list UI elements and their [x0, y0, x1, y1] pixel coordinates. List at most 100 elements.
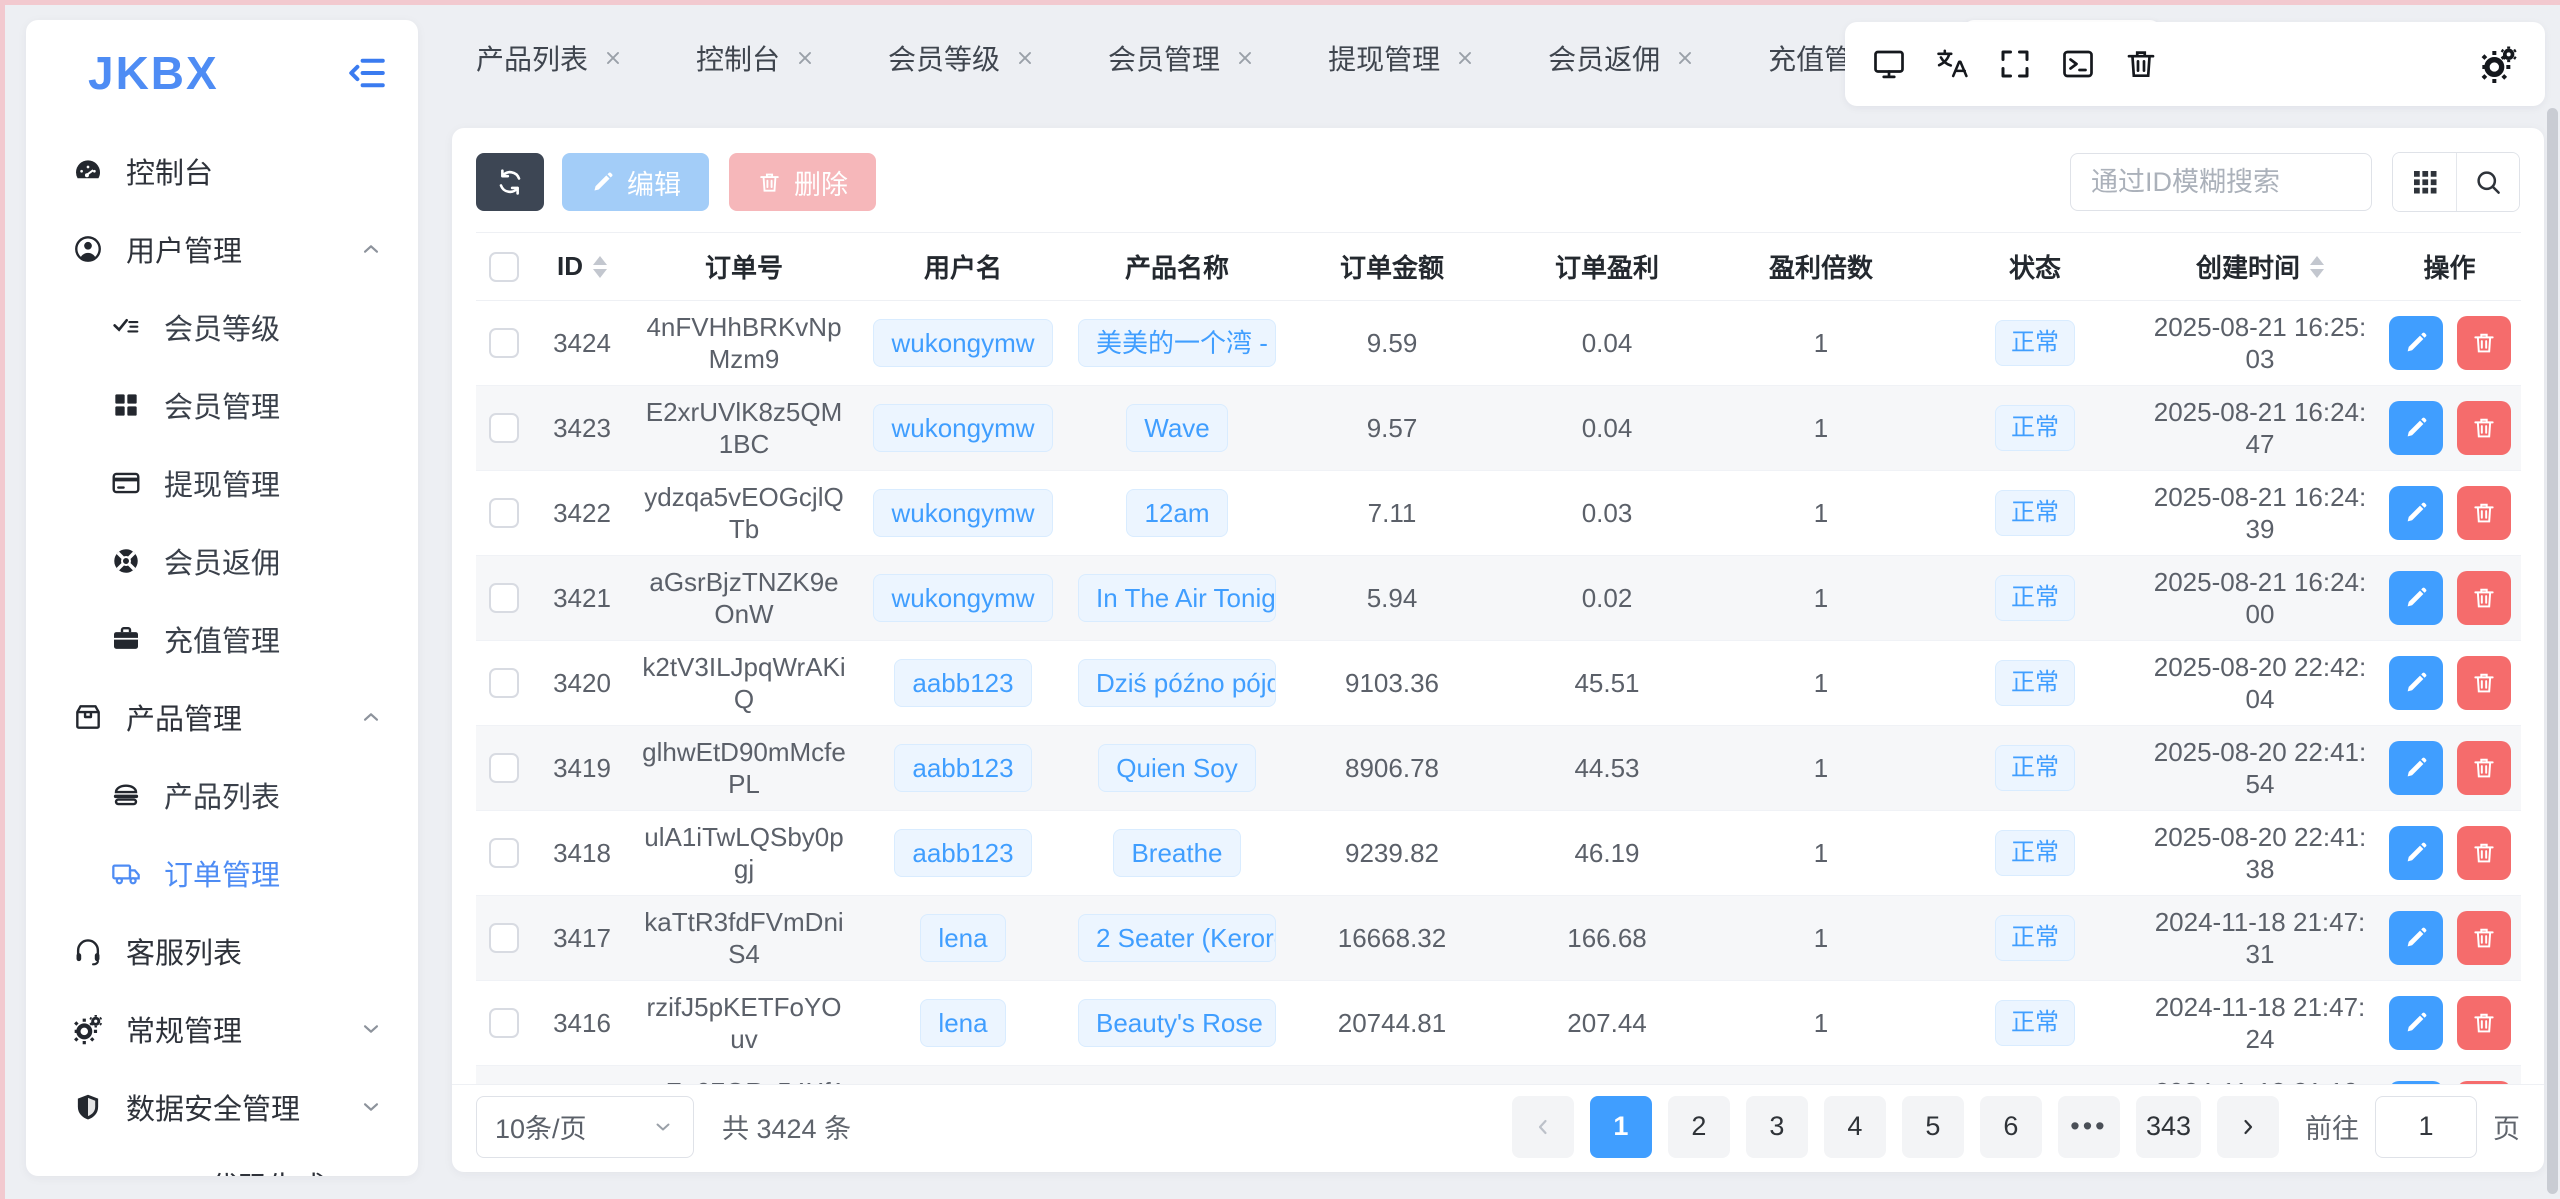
- row-checkbox[interactable]: [489, 753, 519, 783]
- product-tag[interactable]: 2 Seater (Keroro): [1078, 914, 1276, 962]
- username-tag[interactable]: wukongymw: [873, 319, 1052, 367]
- product-tag[interactable]: Beauty's Rose: [1078, 999, 1276, 1047]
- page-button-5[interactable]: 5: [1902, 1096, 1964, 1158]
- sidebar-item-member-level[interactable]: 会员等级: [26, 288, 418, 366]
- product-tag[interactable]: Dziś późno pójdę spać: [1078, 659, 1276, 707]
- refresh-button[interactable]: [476, 153, 544, 211]
- row-checkbox[interactable]: [489, 498, 519, 528]
- monitor-icon[interactable]: [1871, 46, 1907, 82]
- product-tag[interactable]: 美美的一个湾 - 独唱版: [1078, 319, 1276, 367]
- edit-row-button[interactable]: [2389, 316, 2443, 370]
- row-checkbox[interactable]: [489, 413, 519, 443]
- edit-row-button[interactable]: [2389, 826, 2443, 880]
- translate-icon[interactable]: [1934, 46, 1970, 82]
- scrollbar[interactable]: [2547, 108, 2558, 1194]
- edit-button[interactable]: 编辑: [562, 153, 709, 211]
- close-icon[interactable]: [1454, 47, 1476, 69]
- page-button-3[interactable]: 3: [1746, 1096, 1808, 1158]
- sidebar-item-general-management[interactable]: 常规管理: [26, 990, 418, 1068]
- sidebar-item-product-management[interactable]: 产品管理: [26, 678, 418, 756]
- col-created[interactable]: 创建时间: [2142, 233, 2378, 301]
- edit-row-button[interactable]: [2389, 571, 2443, 625]
- trash-icon[interactable]: [2123, 46, 2159, 82]
- page-size-select[interactable]: 10条/页: [476, 1096, 694, 1158]
- fullscreen-icon[interactable]: [1997, 46, 2033, 82]
- sidebar-item-user-management[interactable]: 用户管理: [26, 210, 418, 288]
- page-button-2[interactable]: 2: [1668, 1096, 1730, 1158]
- delete-row-button[interactable]: [2457, 911, 2511, 965]
- terminal-icon[interactable]: [2060, 46, 2096, 82]
- edit-row-button[interactable]: [2389, 911, 2443, 965]
- delete-row-button[interactable]: [2457, 316, 2511, 370]
- username-tag[interactable]: lena: [920, 999, 1005, 1047]
- sidebar-item-recharge-management[interactable]: 充值管理: [26, 600, 418, 678]
- page-ellipsis[interactable]: •••: [2058, 1096, 2120, 1158]
- row-checkbox[interactable]: [489, 583, 519, 613]
- row-checkbox[interactable]: [489, 328, 519, 358]
- edit-row-button[interactable]: [2389, 401, 2443, 455]
- product-tag[interactable]: In The Air Tonight - Ins: [1078, 574, 1276, 622]
- page-button-343[interactable]: 343: [2136, 1096, 2201, 1158]
- sidebar-item-member-management[interactable]: 会员管理: [26, 366, 418, 444]
- sidebar-item-withdraw-management[interactable]: 提现管理: [26, 444, 418, 522]
- delete-row-button[interactable]: [2457, 401, 2511, 455]
- row-checkbox[interactable]: [489, 1008, 519, 1038]
- sidebar-item-data-security[interactable]: 数据安全管理: [26, 1068, 418, 1146]
- close-icon[interactable]: [1674, 47, 1696, 69]
- sidebar-item-service-list[interactable]: 客服列表: [26, 912, 418, 990]
- edit-row-button[interactable]: [2389, 656, 2443, 710]
- username-tag[interactable]: lena: [920, 914, 1005, 962]
- page-button-4[interactable]: 4: [1824, 1096, 1886, 1158]
- row-checkbox[interactable]: [489, 668, 519, 698]
- page-button-1[interactable]: 1: [1590, 1096, 1652, 1158]
- delete-button[interactable]: 删除: [729, 153, 876, 211]
- sidebar-item-crud-generator[interactable]: CRUD代码生成: [26, 1146, 418, 1176]
- next-page-button[interactable]: [2217, 1096, 2279, 1158]
- product-tag[interactable]: Quien Soy: [1098, 744, 1255, 792]
- tab-member-rebate[interactable]: 会员返佣: [1524, 20, 1720, 96]
- row-checkbox[interactable]: [489, 838, 519, 868]
- tab-member-level[interactable]: 会员等级: [864, 20, 1060, 96]
- sort-carets-icon[interactable]: [593, 256, 607, 278]
- close-icon[interactable]: [602, 47, 624, 69]
- username-tag[interactable]: aabb123: [894, 744, 1031, 792]
- sidebar-collapse-icon[interactable]: [346, 52, 388, 94]
- tab-member-management[interactable]: 会员管理: [1084, 20, 1280, 96]
- close-icon[interactable]: [1234, 47, 1256, 69]
- prev-page-button[interactable]: [1512, 1096, 1574, 1158]
- settings-gears-icon[interactable]: [2479, 44, 2519, 84]
- product-tag[interactable]: Breathe: [1113, 829, 1240, 877]
- sidebar-item-member-rebate[interactable]: 会员返佣: [26, 522, 418, 600]
- username-tag[interactable]: aabb123: [894, 829, 1031, 877]
- username-tag[interactable]: wukongymw: [873, 404, 1052, 452]
- col-id[interactable]: ID: [532, 233, 632, 301]
- username-tag[interactable]: aabb123: [894, 659, 1031, 707]
- sort-carets-icon[interactable]: [2310, 256, 2324, 278]
- delete-row-button[interactable]: [2457, 486, 2511, 540]
- close-icon[interactable]: [1014, 47, 1036, 69]
- column-grid-button[interactable]: [2393, 153, 2456, 211]
- select-all-checkbox[interactable]: [489, 252, 519, 282]
- tab-withdraw-management[interactable]: 提现管理: [1304, 20, 1500, 96]
- search-input[interactable]: [2070, 153, 2372, 211]
- sidebar-item-dashboard[interactable]: 控制台: [26, 132, 418, 210]
- product-tag[interactable]: 12am: [1126, 489, 1227, 537]
- sidebar-item-product-list[interactable]: 产品列表: [26, 756, 418, 834]
- search-button[interactable]: [2456, 153, 2519, 211]
- delete-row-button[interactable]: [2457, 826, 2511, 880]
- delete-row-button[interactable]: [2457, 656, 2511, 710]
- product-tag[interactable]: Wave: [1126, 404, 1228, 452]
- goto-page-input[interactable]: [2375, 1096, 2477, 1158]
- edit-row-button[interactable]: [2389, 996, 2443, 1050]
- delete-row-button[interactable]: [2457, 571, 2511, 625]
- username-tag[interactable]: wukongymw: [873, 489, 1052, 537]
- sidebar-item-order-management[interactable]: 订单管理: [26, 834, 418, 912]
- username-tag[interactable]: wukongymw: [873, 574, 1052, 622]
- row-checkbox[interactable]: [489, 923, 519, 953]
- tab-product-list[interactable]: 产品列表: [452, 20, 648, 96]
- delete-row-button[interactable]: [2457, 996, 2511, 1050]
- edit-row-button[interactable]: [2389, 741, 2443, 795]
- page-button-6[interactable]: 6: [1980, 1096, 2042, 1158]
- delete-row-button[interactable]: [2457, 741, 2511, 795]
- edit-row-button[interactable]: [2389, 486, 2443, 540]
